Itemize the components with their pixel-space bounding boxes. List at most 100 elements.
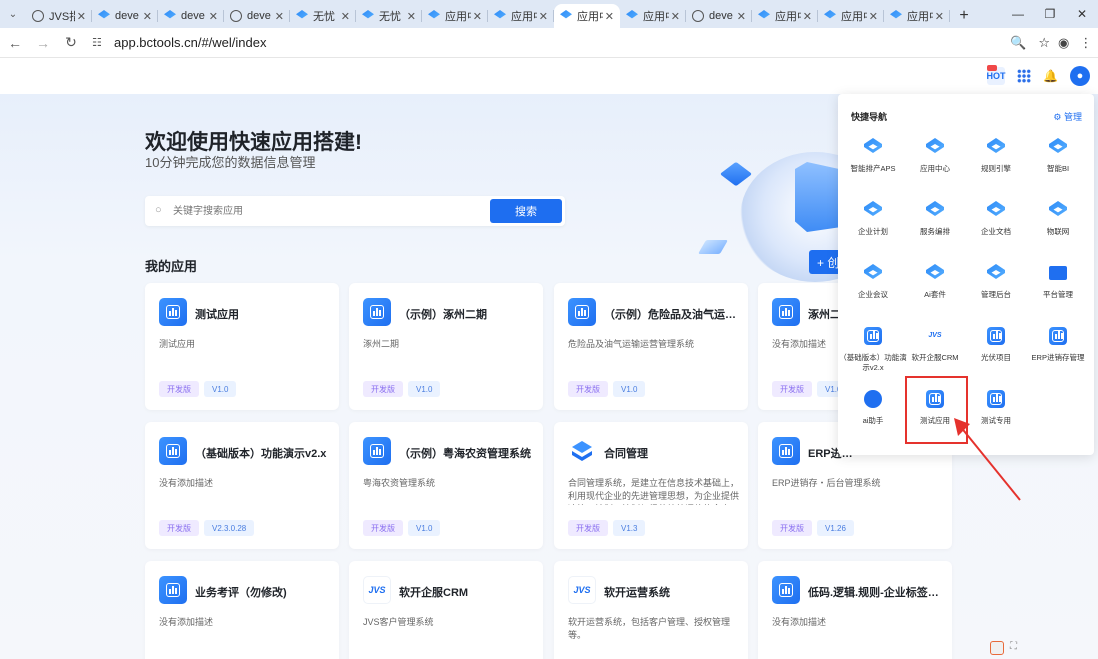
tab-close-icon[interactable]: ✕ — [473, 10, 482, 23]
app-name: （示例）粤海农资管理系统 — [399, 448, 531, 460]
version-badge: V1.0 — [408, 520, 441, 536]
app-card[interactable]: （示例）危险品及油气运输… 危险品及油气运输运营管理系统 开发版 V1.0 — [554, 283, 748, 410]
tab-close-icon[interactable]: ✕ — [275, 10, 284, 23]
app-name: 软开运营系统 — [604, 587, 670, 599]
hot-badge-icon[interactable]: HOT — [987, 65, 1006, 85]
quick-nav-item[interactable]: （基础版本）功能演示v2.x — [839, 321, 907, 379]
browser-menu-icon[interactable]: ⋮ — [1079, 35, 1092, 51]
quick-nav-item[interactable]: 光伏项目 — [965, 321, 1027, 379]
browser-tab[interactable]: 应用中✕ — [752, 4, 818, 28]
tab-title: deve — [115, 10, 139, 22]
app-name: （基础版本）功能演示v2.x — [195, 448, 327, 460]
app-card[interactable]: （示例）涿州二期 涿州二期 开发版 V1.0 — [349, 283, 543, 410]
bookmark-star-icon[interactable]: ☆ — [1038, 35, 1050, 51]
browser-tab[interactable]: 无忧 ✕ — [290, 4, 356, 28]
reload-icon[interactable]: ↻ — [58, 30, 84, 56]
cube-icon — [864, 201, 882, 216]
edition-badge: 开发版 — [363, 381, 403, 397]
zoom-icon[interactable]: 🔍 — [1010, 35, 1026, 51]
app-card[interactable]: （基础版本）功能演示v2.x 没有添加描述 开发版 V2.3.0.28 — [145, 422, 339, 549]
quick-nav-item[interactable]: 物联网 — [1027, 195, 1089, 253]
app-icon — [987, 390, 1005, 408]
cube-icon — [758, 10, 770, 19]
quick-nav-item[interactable]: 应用中心 — [904, 132, 966, 190]
quick-nav-item[interactable]: 管理后台 — [965, 258, 1027, 316]
minimize-icon[interactable]: — — [1002, 0, 1034, 28]
quick-nav-item[interactable]: 智能排产APS — [842, 132, 904, 190]
app-search-input[interactable] — [173, 200, 473, 222]
quick-nav-item[interactable]: 规则引擎 — [965, 132, 1027, 190]
new-tab-button[interactable]: + — [950, 4, 978, 28]
browser-tab[interactable]: deve ✕ — [92, 4, 158, 28]
quick-nav-item[interactable]: JVS 软开企服CRM — [904, 321, 966, 379]
browser-tab[interactable]: deve ✕ — [686, 4, 752, 28]
browser-tab[interactable]: deve ✕ — [158, 4, 224, 28]
browser-tab[interactable]: 无忧 ✕ — [356, 4, 422, 28]
jvs-icon: JVS — [928, 332, 942, 339]
app-name: 合同管理 — [604, 448, 648, 460]
quick-nav-item[interactable]: 服务编排 — [904, 195, 966, 253]
cube-icon — [362, 10, 374, 19]
profile-icon[interactable]: ◉ — [1058, 35, 1069, 51]
browser-tab[interactable]: 应用中✕ — [818, 4, 884, 28]
app-card[interactable]: JVS 软开运营系统 软开运营系统，包括客户管理、授权管理等。 — [554, 561, 748, 659]
window-controls: — ❐ ✕ — [1002, 0, 1098, 28]
quick-nav-item[interactable]: 平台管理 — [1027, 258, 1089, 316]
quick-nav-item[interactable]: ai助手 — [842, 384, 904, 442]
restore-icon[interactable]: ❐ — [1034, 0, 1066, 28]
tab-close-icon[interactable]: ✕ — [539, 10, 548, 23]
app-card[interactable]: 测试应用 测试应用 开发版 V1.0 — [145, 283, 339, 410]
tab-close-icon[interactable]: ✕ — [869, 10, 878, 23]
chart-icon — [772, 437, 800, 465]
quick-nav-manage-button[interactable]: ⚙ 管理 — [1053, 110, 1082, 123]
tab-close-icon[interactable]: ✕ — [77, 10, 86, 23]
tab-close-icon[interactable]: ✕ — [803, 10, 812, 23]
quick-nav-item[interactable]: ERP进销存管理 — [1027, 321, 1089, 379]
app-name: 测试应用 — [195, 309, 239, 321]
quick-nav-item[interactable]: 企业文档 — [965, 195, 1027, 253]
tab-close-icon[interactable]: ✕ — [737, 10, 746, 23]
browser-tab[interactable]: 应用中✕ — [422, 4, 488, 28]
close-window-icon[interactable]: ✕ — [1066, 0, 1098, 28]
app-description: 合同管理系统，是建立在信息技术基础上，利用现代企业的先进管理思想，为企业提供决策… — [568, 478, 740, 505]
cube-icon — [428, 10, 440, 19]
browser-tab[interactable]: JVS指 ✕ — [26, 4, 92, 28]
tab-close-icon[interactable]: ✕ — [935, 10, 944, 23]
app-header: HOT 🔔 ● — [0, 58, 1098, 94]
tab-close-icon[interactable]: ✕ — [341, 10, 350, 23]
browser-tab[interactable]: 应用中✕ — [884, 4, 950, 28]
bell-icon[interactable]: 🔔 — [1043, 69, 1058, 83]
search-button[interactable]: 搜索 — [490, 199, 562, 223]
url-field[interactable]: ☷ app.bctools.cn/#/wel/index 🔍 ☆ — [92, 30, 1050, 55]
forward-icon[interactable]: → — [30, 30, 56, 56]
tab-close-icon[interactable]: ✕ — [143, 10, 152, 23]
app-card[interactable]: JVS 软开企服CRM JVS客户管理系统 — [349, 561, 543, 659]
version-badge: V1.26 — [817, 520, 854, 536]
site-info-icon[interactable]: ☷ — [92, 36, 106, 49]
quick-nav-item[interactable]: 智能BI — [1027, 132, 1089, 190]
browser-tab[interactable]: deve ✕ — [224, 4, 290, 28]
browser-tab[interactable]: 应用中✕ — [488, 4, 554, 28]
quick-nav-label: 管理后台 — [981, 290, 1011, 299]
browser-tab[interactable]: 应用中✕ — [554, 4, 620, 28]
tab-search-icon[interactable]: ⌄ — [0, 0, 26, 28]
quick-nav-item[interactable]: Ai套件 — [904, 258, 966, 316]
tab-close-icon[interactable]: ✕ — [209, 10, 218, 23]
app-card[interactable]: 低码.逻辑.规则-企业标签管理 没有添加描述 — [758, 561, 952, 659]
app-card[interactable]: 合同管理合同管理系统，是建立在信息技术基础上，利用现代企业的先进管理思想，为企业… — [554, 422, 748, 549]
tab-close-icon[interactable]: ✕ — [407, 10, 416, 23]
tab-close-icon[interactable]: ✕ — [605, 10, 614, 23]
app-card[interactable]: 业务考评（勿修改) 没有添加描述 — [145, 561, 339, 659]
back-icon[interactable]: ← — [2, 30, 28, 56]
app-description: 危险品及油气运输运营管理系统 — [568, 339, 695, 349]
apps-grid-icon[interactable] — [1017, 69, 1032, 83]
section-title-my-apps: 我的应用 — [145, 259, 198, 274]
user-avatar[interactable]: ● — [1070, 66, 1090, 86]
ime-icon[interactable] — [990, 641, 1004, 655]
quick-nav-item[interactable]: 企业会议 — [842, 258, 904, 316]
quick-nav-item[interactable]: 企业计划 — [842, 195, 904, 253]
tab-close-icon[interactable]: ✕ — [671, 10, 680, 23]
expand-icon[interactable]: ⛶ — [1010, 641, 1017, 652]
browser-tab[interactable]: 应用中✕ — [620, 4, 686, 28]
app-card[interactable]: （示例）粤海农资管理系统 粤海农资管理系统 开发版 V1.0 — [349, 422, 543, 549]
